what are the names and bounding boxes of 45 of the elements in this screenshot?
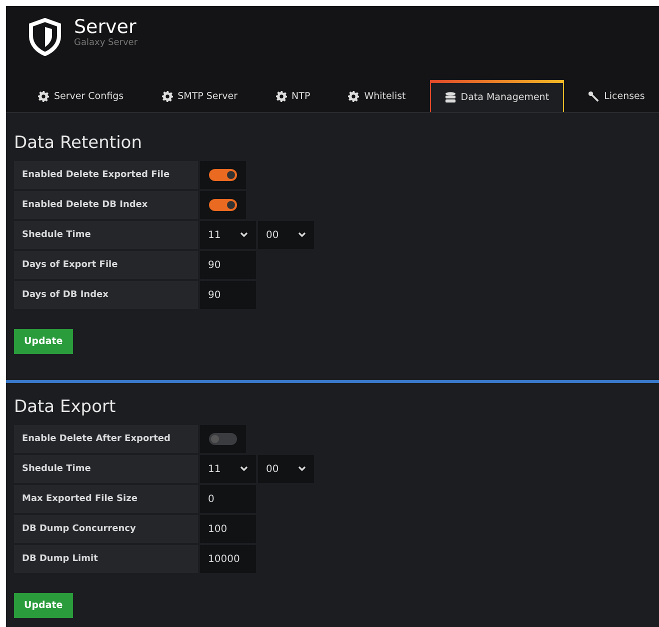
tab[interactable]: Licenses	[574, 80, 659, 112]
tab[interactable]: Data Management	[430, 80, 564, 112]
gear-icon	[276, 90, 287, 102]
input-field[interactable]: 90	[200, 281, 256, 309]
input-field[interactable]: 100	[200, 515, 256, 543]
chevron-down-icon	[240, 232, 248, 238]
toggle-switch[interactable]	[209, 199, 237, 211]
tab[interactable]: NTP	[262, 80, 324, 112]
wrench-icon	[588, 90, 600, 102]
tab[interactable]: Server Configs	[24, 80, 138, 112]
section-title: Data Export	[14, 397, 117, 417]
update-button[interactable]: Update	[14, 593, 73, 618]
field-label: Enabled Delete Exported File	[14, 161, 198, 189]
hour-select[interactable]: 11	[200, 221, 256, 249]
input-field[interactable]: 0	[200, 485, 256, 513]
page-title: Server	[74, 16, 138, 38]
field-label: DB Dump Concurrency	[14, 515, 198, 543]
chevron-down-icon	[298, 466, 306, 472]
chevron-down-icon	[240, 466, 248, 472]
shield-logo-icon	[28, 18, 62, 56]
gear-icon	[162, 90, 173, 102]
field-label: Enabled Delete DB Index	[14, 191, 198, 219]
toggle-switch[interactable]	[209, 169, 237, 181]
input-field[interactable]: 90	[200, 251, 256, 279]
field-label: DB Dump Limit	[14, 545, 198, 573]
minute-select[interactable]: 00	[258, 455, 314, 483]
chevron-down-icon	[298, 232, 306, 238]
database-icon	[444, 92, 456, 103]
tab[interactable]: Whitelist	[334, 80, 420, 112]
tab[interactable]: SMTP Server	[148, 80, 252, 112]
field-label: Shedule Time	[14, 455, 198, 483]
toggle-switch[interactable]	[209, 433, 237, 445]
minute-select[interactable]: 00	[258, 221, 314, 249]
field-label: Enable Delete After Exported	[14, 425, 198, 453]
input-field[interactable]: 10000	[200, 545, 256, 573]
field-label: Shedule Time	[14, 221, 198, 249]
section-title: Data Retention	[14, 133, 143, 153]
hour-select[interactable]: 11	[200, 455, 256, 483]
field-label: Days of Export File	[14, 251, 198, 279]
field-label: Days of DB Index	[14, 281, 198, 309]
field-label: Max Exported File Size	[14, 485, 198, 513]
update-button[interactable]: Update	[14, 329, 73, 354]
gear-icon	[38, 90, 49, 102]
gear-icon	[348, 90, 360, 102]
page-subtitle: Galaxy Server	[74, 38, 138, 48]
